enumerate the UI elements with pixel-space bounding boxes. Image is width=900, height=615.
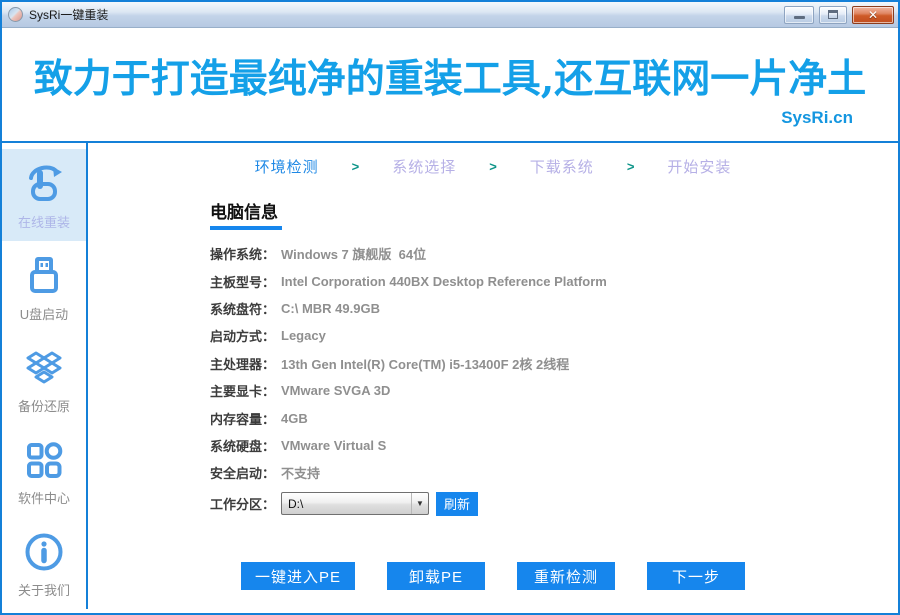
usb-drive-icon xyxy=(30,256,58,293)
info-row-boot-mode: 启动方式： Legacy xyxy=(210,322,898,349)
info-row-os: 操作系统： Windows 7 旗舰版 64位 xyxy=(210,240,898,267)
app-logo-icon xyxy=(8,7,23,22)
info-value: VMware SVGA 3D xyxy=(281,383,391,399)
info-label: 系统盘符： xyxy=(210,301,276,317)
sidebar-item-label: 关于我们 xyxy=(17,582,70,598)
banner-slogan: 致力于打造最纯净的重装工具,还互联网一片净土 xyxy=(33,56,867,102)
recheck-button[interactable]: 重新检测 xyxy=(517,562,615,590)
section-title: 电脑信息 xyxy=(210,203,278,222)
window-title: SysRi一键重装 xyxy=(29,8,109,22)
info-value: 13th Gen Intel(R) Core(TM) i5-13400F 2核 … xyxy=(281,356,570,372)
window-controls: ✕ xyxy=(784,5,894,24)
work-partition-row: 工作分区： D:\ ▼ 刷新 xyxy=(210,489,898,519)
info-row-gpu: 主要显卡： VMware SVGA 3D xyxy=(210,377,898,404)
sidebar-item-label: 在线重装 xyxy=(17,214,70,230)
info-label: 主要显卡： xyxy=(210,384,276,400)
sidebar-item-label: U盘启动 xyxy=(19,306,69,322)
sidebar-item-online-reinstall[interactable]: 在线重装 xyxy=(2,149,86,241)
info-row-system-drive: 系统盘符： C:\ MBR 49.9GB xyxy=(210,295,898,322)
step-env-check[interactable]: 环境检测 xyxy=(255,156,319,177)
info-label: 系统硬盘： xyxy=(210,438,276,454)
step-download-system[interactable]: 下载系统 xyxy=(530,156,594,177)
chevron-right-icon: > xyxy=(626,159,635,174)
info-value: Windows 7 旗舰版 64位 xyxy=(281,247,427,263)
chevron-right-icon: > xyxy=(489,159,497,174)
sidebar-item-about-us[interactable]: 关于我们 xyxy=(2,517,86,609)
info-value: Intel Corporation 440BX Desktop Referenc… xyxy=(281,273,607,289)
dropdown-arrow-icon: ▼ xyxy=(411,493,428,515)
step-start-install[interactable]: 开始安装 xyxy=(667,156,731,177)
info-row-memory: 内存容量： 4GB xyxy=(210,404,898,431)
info-value: Legacy xyxy=(281,328,326,344)
step-system-select[interactable]: 系统选择 xyxy=(392,156,456,177)
section-header: 电脑信息 xyxy=(210,198,898,230)
app-grid-icon xyxy=(27,441,63,478)
maximize-button[interactable] xyxy=(819,5,847,24)
refresh-button[interactable]: 刷新 xyxy=(436,491,479,516)
partition-label: 工作分区： xyxy=(210,497,276,513)
info-row-secure-boot: 安全启动： 不支持 xyxy=(210,459,898,486)
info-row-cpu: 主处理器： 13th Gen Intel(R) Core(TM) i5-1340… xyxy=(210,350,898,377)
info-label: 主处理器： xyxy=(210,356,276,372)
maximize-icon xyxy=(828,10,838,19)
info-label: 安全启动： xyxy=(210,466,276,482)
info-label: 主板型号： xyxy=(210,274,276,290)
site-url: SysRi.cn xyxy=(781,108,853,127)
info-circle-icon xyxy=(25,533,63,570)
info-value: 不支持 xyxy=(281,466,321,482)
info-row-disk: 系统硬盘： VMware Virtual S xyxy=(210,432,898,459)
sidebar-item-label: 备份还原 xyxy=(17,398,70,414)
chevron-right-icon: > xyxy=(351,159,360,174)
info-label: 操作系统： xyxy=(210,247,276,263)
app-window: SysRi一键重装 ✕ 致力于打造最纯净的重装工具,还互联网一片净土 SysRi… xyxy=(0,0,900,615)
sidebar-item-software-center[interactable]: 软件中心 xyxy=(2,425,86,517)
main-content: 环境检测 > 系统选择 > 下载系统 > 开始安装 电脑信息 操作系统： Win… xyxy=(88,143,898,609)
info-value: VMware Virtual S xyxy=(281,437,387,453)
next-step-button[interactable]: 下一步 xyxy=(647,562,745,590)
info-label: 启动方式： xyxy=(210,329,276,345)
uninstall-pe-button[interactable]: 卸载PE xyxy=(387,562,485,590)
close-button[interactable]: ✕ xyxy=(852,5,894,24)
sidebar-item-label: 软件中心 xyxy=(17,490,70,506)
info-label: 内存容量： xyxy=(210,411,276,427)
hand-redo-icon xyxy=(29,165,62,201)
close-icon: ✕ xyxy=(867,7,879,22)
info-row-motherboard: 主板型号： Intel Corporation 440BX Desktop Re… xyxy=(210,267,898,294)
banner: 致力于打造最纯净的重装工具,还互联网一片净土 SysRi.cn xyxy=(2,28,898,143)
minimize-icon xyxy=(793,16,805,19)
info-value: 4GB xyxy=(281,410,308,426)
backup-box-icon xyxy=(26,351,62,383)
enter-pe-button[interactable]: 一键进入PE xyxy=(240,562,355,590)
partition-select[interactable]: D:\ ▼ xyxy=(281,492,430,516)
titlebar: SysRi一键重装 ✕ xyxy=(2,2,898,28)
sidebar: 在线重装 U盘启动 备份还原 软件中心 关于我们 xyxy=(2,143,88,609)
sidebar-item-backup-restore[interactable]: 备份还原 xyxy=(2,333,86,425)
section-title-underline xyxy=(210,226,282,230)
minimize-button[interactable] xyxy=(784,5,814,24)
info-value: C:\ MBR 49.9GB xyxy=(281,300,380,316)
sidebar-item-usb-boot[interactable]: U盘启动 xyxy=(2,241,86,333)
action-buttons: 一键进入PE 卸载PE 重新检测 下一步 xyxy=(88,562,898,590)
partition-selected-value: D:\ xyxy=(288,496,304,511)
step-breadcrumb: 环境检测 > 系统选择 > 下载系统 > 开始安装 xyxy=(88,156,898,177)
computer-info-list: 操作系统： Windows 7 旗舰版 64位 主板型号： Intel Corp… xyxy=(210,240,898,487)
